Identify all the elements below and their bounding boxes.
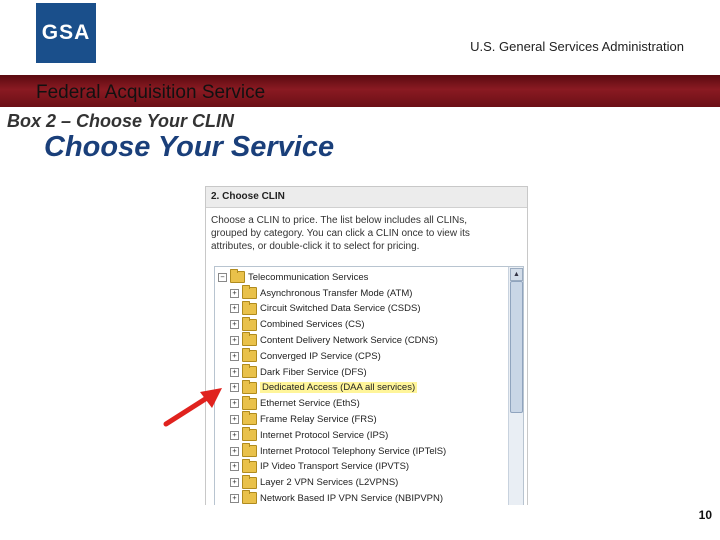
page-number: 10	[698, 508, 712, 522]
expand-icon[interactable]: +	[230, 335, 239, 345]
tree-item-label: Content Delivery Network Service (CDNS)	[260, 334, 438, 346]
tree-item[interactable]: + Ethernet Service (EthS)	[230, 395, 360, 412]
folder-icon	[242, 379, 257, 394]
tree-item[interactable]: + Circuit Switched Data Service (CSDS)	[230, 300, 421, 317]
tree-item-label: Frame Relay Service (FRS)	[260, 413, 377, 425]
tree-item[interactable]: + Frame Relay Service (FRS)	[230, 411, 377, 427]
panel-header: 2. Choose CLIN	[206, 187, 527, 208]
folder-icon	[242, 332, 257, 347]
tree-item-label: Asynchronous Transfer Mode (ATM)	[260, 287, 413, 299]
folder-icon	[242, 300, 257, 315]
folder-icon	[242, 490, 257, 505]
tree-item[interactable]: + Converged IP Service (CPS)	[230, 348, 381, 364]
expand-icon[interactable]: +	[230, 430, 239, 440]
logo-text: GSA	[41, 21, 91, 44]
box-title: Box 2 – Choose Your CLIN	[7, 111, 235, 131]
expand-icon[interactable]: +	[230, 304, 239, 314]
folder-icon	[242, 443, 257, 457]
tree-root-label: Telecommunication Services	[248, 271, 369, 283]
folder-icon	[242, 285, 257, 299]
folder-icon	[242, 411, 257, 426]
agency-name: U.S. General Services Administration	[470, 39, 684, 54]
expand-icon[interactable]: +	[230, 367, 239, 377]
tree-item-label: Ethernet Service (EthS)	[260, 398, 360, 410]
gsa-logo: GSA	[36, 3, 96, 63]
tree-item[interactable]: + Combined Services (CS)	[230, 316, 365, 333]
tree-item[interactable]: + Internet Protocol Telephony Service (IP…	[230, 443, 446, 459]
tree-item[interactable]: + IP Video Transport Service (IPVTS)	[230, 458, 410, 475]
tree-item-label: Layer 2 VPN Services (L2VPNS)	[260, 477, 399, 489]
expand-icon[interactable]: +	[230, 288, 239, 298]
tree-item-label: Converged IP Service (CPS)	[260, 350, 381, 362]
panel-instructions: Choose a CLIN to price. The list below i…	[211, 215, 470, 252]
tree-item[interactable]: + Internet Protocol Service (IPS)	[230, 427, 388, 443]
expand-icon[interactable]: +	[230, 493, 239, 503]
expand-icon[interactable]: +	[230, 478, 239, 488]
band-title: Federal Acquisition Service	[36, 82, 266, 103]
scroll-up-icon[interactable]: ▲	[510, 268, 523, 281]
expand-icon[interactable]: +	[230, 320, 239, 330]
expand-icon[interactable]: +	[230, 351, 239, 361]
tree-scrollbar[interactable]: ▲	[508, 267, 523, 505]
folder-icon	[242, 364, 257, 378]
expand-icon[interactable]: +	[230, 462, 239, 472]
tree-item-label: IP Video Transport Service (IPVTS)	[260, 461, 410, 473]
folder-icon	[242, 316, 257, 331]
tree-item-label: Internet Protocol Telephony Service (IPT…	[260, 445, 447, 457]
tree-item[interactable]: + Dark Fiber Service (DFS)	[230, 364, 367, 380]
expand-icon[interactable]: +	[230, 446, 239, 456]
tree-item-label: Dedicated Access (DAA all services)	[260, 382, 418, 394]
tree-item-label: Internet Protocol Service (IPS)	[260, 429, 389, 441]
service-title: Choose Your Service	[44, 131, 335, 163]
tree-item-label: Circuit Switched Data Service (CSDS)	[260, 303, 421, 315]
tree-item-label: Combined Services (CS)	[260, 319, 365, 331]
tree-item[interactable]: + Network Based IP VPN Service (NBIPVPN)	[230, 490, 443, 505]
tree-item[interactable]: + Layer 2 VPN Services (L2VPNS)	[230, 474, 399, 491]
tree-root[interactable]: − Telecommunication Services	[218, 269, 368, 285]
tree-item[interactable]: + Asynchronous Transfer Mode (ATM)	[230, 285, 412, 301]
folder-icon	[242, 427, 257, 442]
scroll-thumb[interactable]	[510, 281, 523, 413]
clin-tree[interactable]: − Telecommunication Services + Asynchrono…	[214, 266, 524, 505]
folder-icon	[242, 348, 257, 363]
tree-item-label: Dark Fiber Service (DFS)	[260, 366, 367, 378]
tree-item-label: Network Based IP VPN Service (NBIPVPN)	[260, 492, 444, 504]
pointer-arrow-icon	[163, 388, 222, 427]
folder-icon	[242, 474, 257, 489]
folder-icon	[242, 395, 257, 410]
folder-icon	[242, 458, 257, 473]
folder-open-icon	[230, 269, 245, 283]
tree-item[interactable]: + Dedicated Access (DAA all services)	[230, 379, 418, 396]
collapse-icon[interactable]: −	[218, 272, 227, 282]
tree-item[interactable]: + Content Delivery Network Service (CDNS)	[230, 332, 438, 348]
choose-clin-panel: 2. Choose CLIN Choose a CLIN to price. T…	[205, 186, 528, 505]
panel-title: 2. Choose CLIN	[211, 191, 285, 202]
